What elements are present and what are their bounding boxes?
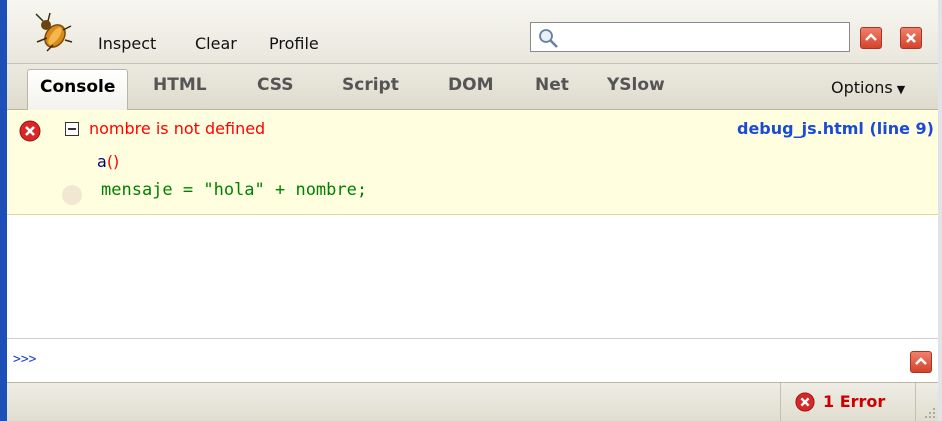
expand-command-line-button[interactable] xyxy=(910,351,932,373)
close-panel-button[interactable] xyxy=(900,27,922,49)
error-icon xyxy=(19,120,41,142)
inspect-button[interactable]: Inspect xyxy=(98,34,156,53)
error-count-indicator[interactable]: 1 Error xyxy=(780,383,916,421)
tab-net[interactable]: Net xyxy=(535,75,569,95)
error-icon xyxy=(795,392,815,412)
window-frame-left xyxy=(0,0,7,421)
close-icon xyxy=(906,33,916,43)
profile-button[interactable]: Profile xyxy=(269,34,319,53)
stack-frame[interactable]: a() xyxy=(97,152,119,171)
console-output: nombre is not defined debug_js.html (lin… xyxy=(7,110,938,338)
panel-tabs: Console HTML CSS Script DOM Net YSlow Op… xyxy=(7,64,938,110)
command-line: >>> xyxy=(7,338,938,382)
tab-dom[interactable]: DOM xyxy=(448,75,493,95)
chevron-up-icon xyxy=(915,357,927,365)
stack-function-name: a xyxy=(97,152,107,171)
chevron-up-icon xyxy=(865,33,877,41)
caret-down-icon: ▼ xyxy=(896,83,906,96)
tab-yslow[interactable]: YSlow xyxy=(607,75,665,95)
minimize-panel-button[interactable] xyxy=(860,27,882,49)
clear-button[interactable]: Clear xyxy=(195,34,237,53)
resize-grip-icon[interactable] xyxy=(922,405,936,419)
firebug-icon[interactable] xyxy=(33,12,73,52)
window-frame-right xyxy=(938,0,942,421)
firebug-toolbar: Inspect Clear Profile xyxy=(7,0,938,64)
tab-console[interactable]: Console xyxy=(27,69,129,110)
error-source-link[interactable]: debug_js.html (line 9) xyxy=(737,119,934,138)
collapse-icon[interactable] xyxy=(65,122,79,136)
command-prompt: >>> xyxy=(13,352,37,367)
error-count-label: 1 Error xyxy=(823,392,886,411)
breakpoint-toggle[interactable] xyxy=(62,185,82,205)
status-bar: 1 Error xyxy=(7,382,938,421)
error-source-line: mensaje = "hola" + nombre; xyxy=(101,180,368,200)
stack-function-parens: () xyxy=(106,152,120,171)
tab-html[interactable]: HTML xyxy=(153,75,207,95)
options-menu[interactable]: Options ▼ xyxy=(831,78,905,97)
error-message[interactable]: nombre is not defined xyxy=(89,119,265,138)
tab-css[interactable]: CSS xyxy=(257,75,294,95)
error-message-row: nombre is not defined debug_js.html (lin… xyxy=(7,110,938,215)
options-label: Options xyxy=(831,78,893,97)
search-icon xyxy=(539,29,558,48)
tab-script[interactable]: Script xyxy=(342,75,399,95)
command-input[interactable] xyxy=(47,347,867,375)
search-input[interactable] xyxy=(530,22,850,52)
